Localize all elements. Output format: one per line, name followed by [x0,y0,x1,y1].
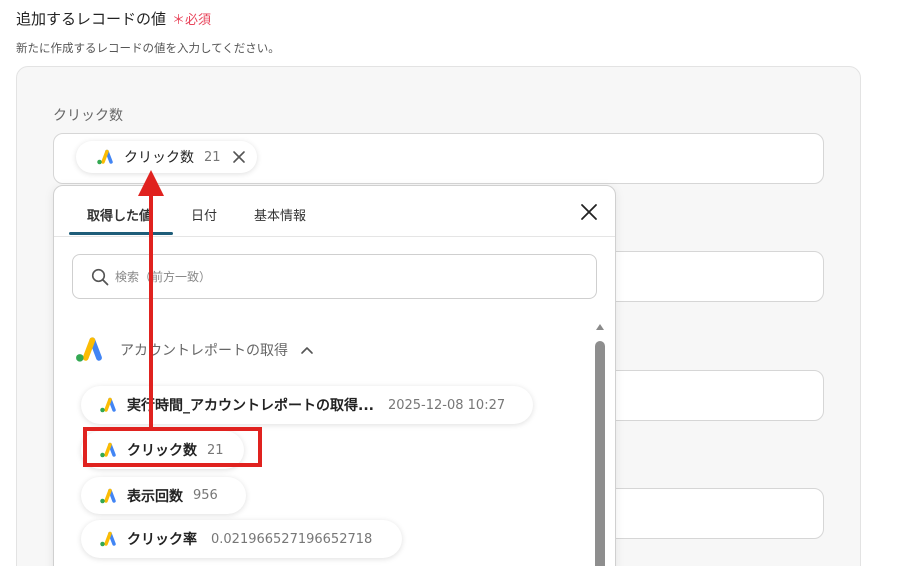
google-ads-icon [100,488,116,503]
google-ads-icon [97,149,113,165]
list-item[interactable]: 実行時間_アカウントレポートの取得... 2025-12-08 10:27 [81,386,534,424]
google-ads-icon [100,442,116,458]
selected-value-number: 21 [204,149,221,165]
search-box [72,254,597,299]
section-description: 新たに作成するレコードの値を入力してください。 [16,41,280,55]
google-ads-icon [76,337,102,362]
tab-basic-info[interactable]: 基本情報 [254,205,306,224]
active-tab-indicator [69,232,173,235]
search-icon [91,268,109,285]
tab-acquired-values[interactable]: 取得した値 [87,205,152,224]
section-title: 追加するレコードの値 ＊必須 [16,8,211,29]
list-item[interactable]: クリック率 0.021966527196652718 [81,520,403,558]
required-badge: ＊必須 [172,13,212,28]
field-label: クリック数 [53,108,123,124]
scrollbar-thumb[interactable] [595,341,605,566]
list-item[interactable]: クリック数 21 [81,431,244,469]
item-value: 2025-12-08 10:27 [387,397,506,413]
list-item[interactable]: 表示回数 956 [81,477,246,514]
section-title-text: 追加するレコードの値 [16,10,167,28]
item-label: クリック率 [127,532,197,548]
google-ads-icon [100,397,116,413]
scroll-up-arrow[interactable] [596,324,604,330]
remove-value-button[interactable] [231,149,247,165]
tab-date[interactable]: 日付 [191,205,217,224]
item-label: クリック数 [127,443,197,459]
item-value: 21 [207,442,224,458]
group-account-report[interactable]: アカウントレポートの取得 [74,336,314,363]
chevron-up-icon [301,346,313,354]
selected-value-pill[interactable]: クリック数 21 [76,141,257,173]
tab-bar: 取得した値 日付 基本情報 [54,186,615,237]
search-input[interactable] [115,269,535,284]
selected-value-label: クリック数 [124,150,194,166]
item-value: 956 [193,488,218,503]
item-label: 表示回数 [127,488,183,505]
item-label: 実行時間_アカウントレポートの取得... [127,398,374,414]
google-ads-icon [100,531,116,547]
group-label: アカウントレポートの取得 [120,342,288,359]
value-picker-popup: 取得した値 日付 基本情報 アカウントレポートの取得 [53,185,616,566]
close-icon[interactable] [579,202,599,222]
item-value: 0.021966527196652718 [211,531,373,547]
close-icon [232,151,245,163]
